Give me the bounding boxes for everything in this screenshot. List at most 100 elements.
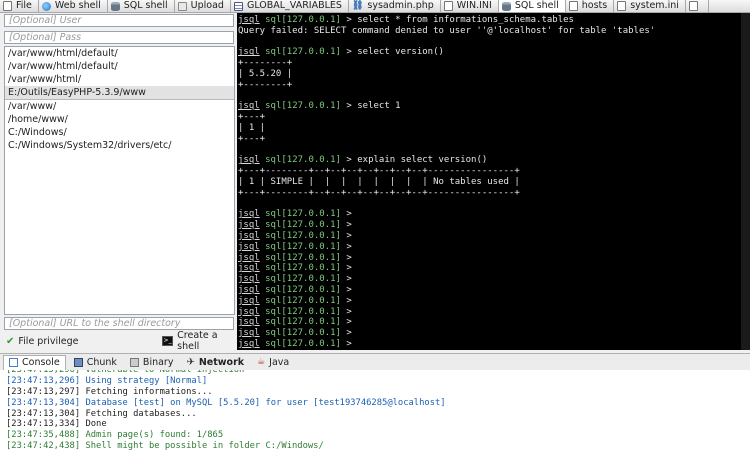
path-item[interactable]: C:/Windows/	[5, 126, 234, 139]
path-item[interactable]: /var/www/html/default/	[5, 47, 234, 60]
table-icon	[233, 1, 243, 11]
tab-system-ini[interactable]: system.ini	[614, 0, 686, 12]
bottom-tab-label: Java	[269, 356, 290, 368]
prompt-user: jsql	[238, 241, 260, 252]
prompt-sql: sql	[259, 295, 282, 306]
create-shell-button[interactable]: >_ Create a shell	[162, 330, 237, 352]
terminal-prompt-line: jsql sql[127.0.0.1] >	[238, 209, 750, 220]
prompt-command: > explain select version()	[340, 155, 488, 166]
pass-field[interactable]: [Optional] Pass	[4, 31, 234, 44]
tab-label: Upload	[190, 0, 224, 11]
terminal-prompt-line: jsql sql[127.0.0.1] > explain select ver…	[238, 155, 750, 166]
prompt-sql: sql	[259, 252, 282, 263]
doc-icon	[617, 1, 627, 11]
prompt-command: >	[340, 220, 352, 231]
path-item[interactable]: C:/Windows/System32/drivers/etc/	[5, 139, 234, 152]
tab-file[interactable]: File	[0, 0, 39, 12]
terminal-prompt-line: jsql sql[127.0.0.1] >	[238, 274, 750, 285]
bottom-tab-console[interactable]: Console	[3, 354, 66, 370]
prompt-command: >	[340, 284, 352, 295]
tab-label: File	[16, 0, 32, 11]
path-item[interactable]: /home/www/	[5, 113, 234, 126]
globe-icon	[41, 1, 51, 11]
prompt-sql: sql	[259, 317, 282, 328]
console-line: [23:47:13,297] Fetching informations...	[6, 386, 213, 397]
sql-terminal[interactable]: jsql sql[127.0.0.1] > select * from info…	[237, 13, 750, 350]
terminal-prompt-line: jsql sql[127.0.0.1] >	[238, 285, 750, 296]
bottom-tab-java[interactable]: ☕ Java	[252, 355, 294, 369]
prompt-command: >	[340, 252, 352, 263]
tab-sql-shell[interactable]: SQL shell	[108, 0, 175, 12]
tab-label: WIN.INI	[456, 0, 492, 11]
link-icon: ⛓	[351, 1, 364, 11]
path-item[interactable]: /var/www/	[5, 100, 234, 113]
console-line: [23:47:13,304] Fetching databases...	[6, 408, 197, 419]
prompt-sql: sql	[259, 155, 282, 166]
path-item[interactable]: E:/Outils/EasyPHP-5.3.9/www	[5, 86, 234, 100]
prompt-command: >	[340, 317, 352, 328]
terminal-prompt-line: jsql sql[127.0.0.1] >	[238, 242, 750, 253]
terminal-prompt-line: jsql sql[127.0.0.1] >	[238, 328, 750, 339]
prompt-user: jsql	[238, 295, 260, 306]
prompt-user: jsql	[238, 220, 260, 231]
terminal-output-line: +---+--------+--+--+--+--+--+--+--+-----…	[238, 166, 520, 177]
chunk-icon	[73, 357, 83, 367]
prompt-command: >	[340, 230, 352, 241]
prompt-host: [127.0.0.1]	[281, 338, 341, 349]
user-field[interactable]: [Optional] User	[4, 14, 234, 27]
terminal-icon: >_	[162, 336, 174, 346]
check-icon: ✔	[6, 335, 15, 347]
bottom-tab-label: Chunk	[86, 356, 117, 368]
prompt-user: jsql	[238, 155, 260, 166]
prompt-sql: sql	[259, 306, 282, 317]
prompt-sql: sql	[259, 15, 282, 25]
prompt-host: [127.0.0.1]	[281, 263, 341, 274]
tab-global-variables[interactable]: GLOBAL_VARIABLES	[231, 0, 349, 12]
bottom-tab-chunk[interactable]: Chunk	[69, 355, 122, 369]
doc-icon	[688, 1, 698, 11]
terminal-prompt-line: jsql sql[127.0.0.1] > select * from info…	[238, 15, 750, 26]
tab-upload[interactable]: Upload	[175, 0, 231, 12]
path-item[interactable]: /var/www/html/default/	[5, 60, 234, 73]
terminal-output-line: +---+	[238, 133, 266, 144]
tab-win-ini[interactable]: WIN.INI	[441, 0, 499, 12]
prompt-sql: sql	[259, 338, 282, 349]
terminal-prompt-line: jsql sql[127.0.0.1] >	[238, 231, 750, 242]
tab-label: SQL shell	[514, 0, 559, 11]
terminal-output-line: +--------+	[238, 79, 293, 90]
prompt-host: [127.0.0.1]	[281, 47, 341, 58]
tab-unnamed[interactable]	[686, 0, 709, 12]
prompt-command: >	[340, 274, 352, 285]
terminal-scrollbar[interactable]	[741, 13, 750, 350]
prompt-user: jsql	[238, 230, 260, 241]
prompt-host: [127.0.0.1]	[281, 101, 341, 112]
database-icon	[501, 1, 511, 11]
path-item[interactable]: /var/www/html/	[5, 73, 234, 86]
file-privilege-button[interactable]: ✔ File privilege	[6, 335, 79, 347]
prompt-host: [127.0.0.1]	[281, 252, 341, 263]
prompt-sql: sql	[259, 284, 282, 295]
upload-icon	[177, 1, 187, 11]
tab-sysadmin-php[interactable]: ⛓ sysadmin.php	[349, 0, 441, 12]
network-icon: ✈	[186, 356, 195, 368]
prompt-sql: sql	[259, 274, 282, 285]
bottom-tab-network[interactable]: ✈ Network	[181, 355, 249, 369]
prompt-host: [127.0.0.1]	[281, 295, 341, 306]
bottom-tab-label: Network	[198, 356, 245, 368]
bottom-tab-binary[interactable]: Binary	[125, 355, 179, 369]
terminal-output-line: +---+--------+--+--+--+--+--+--+--+-----…	[238, 187, 520, 198]
prompt-command: > select * from informations_schema.tabl…	[340, 15, 574, 25]
url-field[interactable]: [Optional] URL to the shell directory	[4, 317, 234, 330]
tab-sql-shell[interactable]: SQL shell	[498, 0, 566, 12]
tab-label: GLOBAL_VARIABLES	[246, 0, 342, 11]
prompt-sql: sql	[259, 220, 282, 231]
prompt-user: jsql	[238, 15, 260, 25]
prompt-user: jsql	[238, 338, 260, 349]
main-tab-bar: File Web shell SQL shell Upload GLOBAL_VARIA…	[0, 0, 750, 13]
console-icon	[9, 358, 18, 367]
console-line: [23:47:42,438] Shell might be possible i…	[6, 441, 324, 450]
tab-web-shell[interactable]: Web shell	[39, 0, 108, 12]
tab-hosts[interactable]: hosts	[566, 0, 615, 12]
prompt-command: >	[340, 209, 352, 220]
